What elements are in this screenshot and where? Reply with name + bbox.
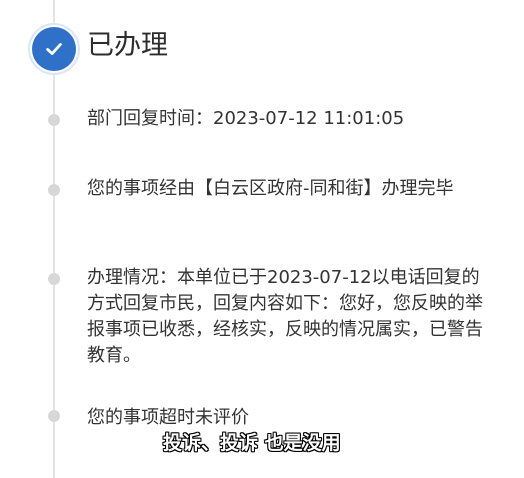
check-icon [32,27,76,71]
timeline-dot [48,273,60,285]
handling-details-entry: 办理情况：本单位已于2023-07-12以电话回复的方式回复市民，回复内容如下：… [87,267,483,366]
status-detail-screen: 已办理 部门回复时间：2023-07-12 11:01:05 您的事项经由【白云… [0,0,524,478]
timeline-dot [48,114,60,126]
evaluation-entry: 您的事项超时未评价 [87,407,249,428]
timeline-dot [48,410,60,422]
reply-time-entry: 部门回复时间：2023-07-12 11:01:05 [87,106,487,132]
reply-time-value: 2023-07-12 11:01:05 [213,108,405,129]
timeline-line [53,0,55,478]
handled-by-entry: 您的事项经由【白云区政府-同和街】办理完毕 [87,178,454,199]
status-title: 已办理 [87,30,168,61]
timeline-dot [48,184,60,196]
reply-time-label: 部门回复时间： [87,108,213,129]
video-caption: 投诉、投诉 也是没用 [163,432,341,454]
